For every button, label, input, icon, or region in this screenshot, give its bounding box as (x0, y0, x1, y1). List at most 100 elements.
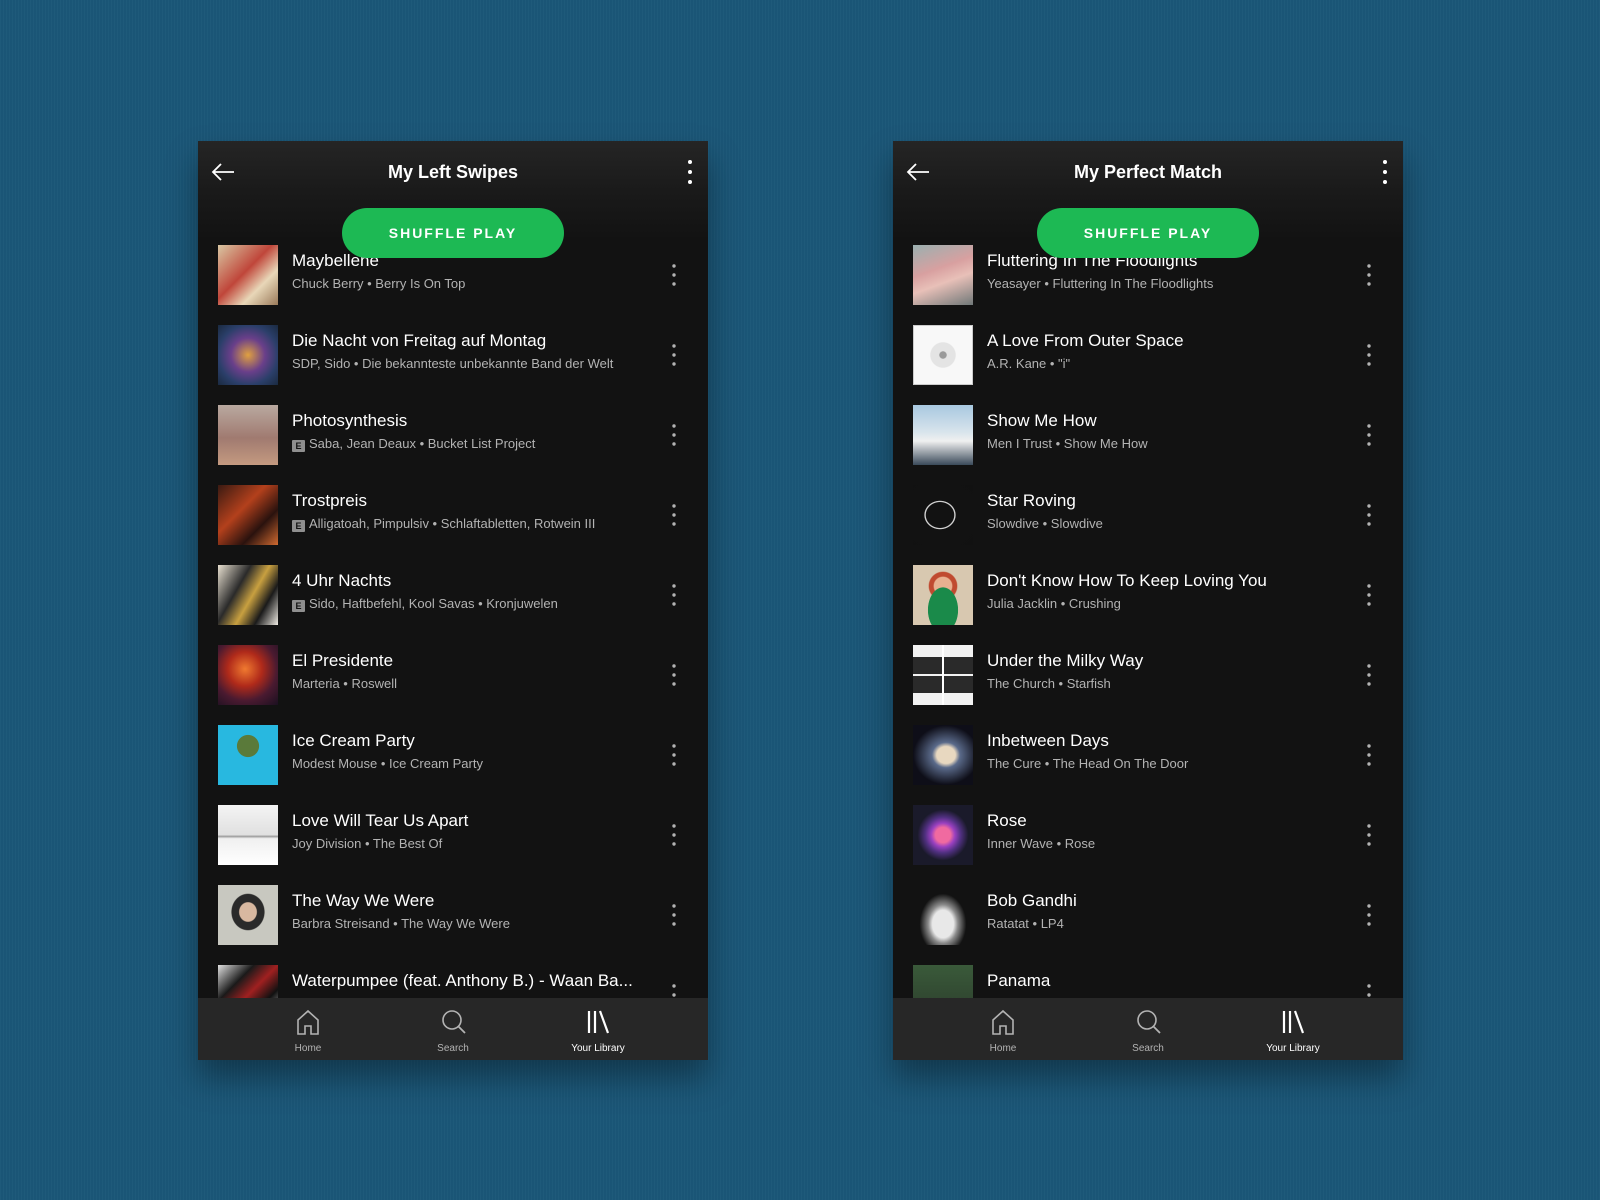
track-row[interactable]: A Love From Outer Space A.R. Kane • "i" (893, 321, 1403, 399)
playlist-screen-left: Maybellene Chuck Berry • Berry Is On Top… (198, 141, 708, 1060)
nav-label: Your Library (571, 1043, 625, 1054)
album-art (218, 485, 278, 545)
more-vertical-icon[interactable] (670, 261, 678, 289)
arrow-left-icon[interactable] (210, 161, 236, 183)
track-row[interactable]: 4 Uhr Nachts E Sido, Haftbefehl, Kool Sav… (198, 561, 708, 639)
more-vertical-icon[interactable] (1365, 341, 1373, 369)
more-vertical-icon[interactable] (1365, 261, 1373, 289)
album-art (913, 405, 973, 465)
track-title: Rose (987, 811, 1027, 830)
more-vertical-icon[interactable] (670, 741, 678, 769)
album-art (218, 245, 278, 305)
nav-search[interactable]: Search (393, 998, 513, 1060)
track-title: Love Will Tear Us Apart (292, 811, 469, 830)
more-vertical-icon[interactable] (686, 158, 694, 186)
album-art (218, 645, 278, 705)
more-vertical-icon[interactable] (1365, 581, 1373, 609)
track-subtitle: Yeasayer • Fluttering In The Floodlights (987, 276, 1214, 291)
track-row[interactable]: Trostpreis E Alligatoah, Pimpulsiv • Schl… (198, 481, 708, 559)
home-icon (297, 1009, 319, 1035)
more-vertical-icon[interactable] (670, 581, 678, 609)
playlist-screen-right: Fluttering In The Floodlights Yeasayer •… (893, 141, 1403, 1060)
album-art (913, 245, 973, 305)
more-vertical-icon[interactable] (670, 501, 678, 529)
more-vertical-icon[interactable] (1365, 741, 1373, 769)
more-vertical-icon[interactable] (670, 901, 678, 929)
bottom-nav: Home Search Your Library (893, 998, 1403, 1060)
album-art (913, 485, 973, 545)
track-row[interactable]: El Presidente Marteria • Roswell (198, 641, 708, 719)
album-art (218, 805, 278, 865)
track-subtitle: Inner Wave • Rose (987, 836, 1096, 851)
track-subtitle: Chuck Berry • Berry Is On Top (292, 276, 466, 291)
track-subtitle: Julia Jacklin • Crushing (987, 596, 1121, 611)
nav-search[interactable]: Search (1088, 998, 1208, 1060)
nav-home[interactable]: Home (943, 998, 1063, 1060)
track-title: Photosynthesis (292, 411, 408, 430)
more-vertical-icon[interactable] (670, 341, 678, 369)
more-vertical-icon[interactable] (1365, 661, 1373, 689)
album-art (218, 405, 278, 465)
track-subtitle: The Church • Starfish (987, 676, 1111, 691)
track-row[interactable]: Photosynthesis E Saba, Jean Deaux • Bucke… (198, 401, 708, 479)
explicit-badge: E (292, 520, 305, 532)
search-icon (442, 1010, 466, 1034)
more-vertical-icon[interactable] (1365, 421, 1373, 449)
bottom-nav: Home Search Your Library (198, 998, 708, 1060)
page-title: My Left Swipes (387, 162, 519, 182)
more-vertical-icon[interactable] (670, 661, 678, 689)
track-title: 4 Uhr Nachts (292, 571, 392, 590)
track-row[interactable]: The Way We Were Barbra Streisand • The W… (198, 881, 708, 959)
nav-label: Search (437, 1043, 469, 1054)
track-row[interactable]: Love Will Tear Us Apart Joy Division • T… (198, 801, 708, 879)
track-row[interactable]: Don't Know How To Keep Loving You Julia … (893, 561, 1403, 639)
arrow-left-icon[interactable] (905, 161, 931, 183)
track-row[interactable]: Inbetween Days The Cure • The Head On Th… (893, 721, 1403, 799)
nav-library[interactable]: Your Library (538, 998, 658, 1060)
shuffle-play-button[interactable]: SHUFFLE PLAY (1037, 208, 1259, 258)
nav-library[interactable]: Your Library (1233, 998, 1353, 1060)
album-art (218, 565, 278, 625)
track-title: Don't Know How To Keep Loving You (987, 571, 1267, 590)
track-row[interactable]: Bob Gandhi Ratatat • LP4 (893, 881, 1403, 959)
track-subtitle: E Alligatoah, Pimpulsiv • Schlaftabletten… (292, 516, 652, 532)
more-vertical-icon[interactable] (670, 821, 678, 849)
more-vertical-icon[interactable] (670, 421, 678, 449)
shuffle-play-button[interactable]: SHUFFLE PLAY (342, 208, 564, 258)
album-art (218, 325, 278, 385)
home-icon (992, 1009, 1014, 1035)
more-vertical-icon[interactable] (1365, 901, 1373, 929)
track-row[interactable]: Show Me How Men I Trust • Show Me How (893, 401, 1403, 479)
more-vertical-icon[interactable] (1365, 821, 1373, 849)
track-subtitle: Marteria • Roswell (292, 676, 397, 691)
track-list: Maybellene Chuck Berry • Berry Is On Top… (198, 241, 708, 1060)
album-art (913, 645, 973, 705)
track-title: Panama (987, 971, 1051, 990)
explicit-badge: E (292, 600, 305, 612)
track-subtitle: Barbra Streisand • The Way We Were (292, 916, 510, 931)
nav-label: Home (294, 1043, 322, 1054)
track-title: Waterpumpee (feat. Anthony B.) - Waan Ba… (292, 971, 633, 990)
track-row[interactable]: Under the Milky Way The Church • Starfis… (893, 641, 1403, 719)
album-art (913, 325, 973, 385)
explicit-badge: E (292, 440, 305, 452)
nav-home[interactable]: Home (248, 998, 368, 1060)
track-title: Star Roving (987, 491, 1076, 510)
track-row[interactable]: Rose Inner Wave • Rose (893, 801, 1403, 879)
more-vertical-icon[interactable] (1365, 501, 1373, 529)
track-title: Ice Cream Party (292, 731, 415, 750)
track-subtitle: E Sido, Haftbefehl, Kool Savas • Kronjuwe… (292, 596, 652, 612)
track-title: Die Nacht von Freitag auf Montag (292, 331, 547, 350)
page-title: My Perfect Match (1073, 162, 1223, 182)
track-subtitle: Slowdive • Slowdive (987, 516, 1103, 531)
album-art (913, 885, 973, 945)
track-row[interactable]: Die Nacht von Freitag auf Montag SDP, Si… (198, 321, 708, 399)
track-row[interactable]: Ice Cream Party Modest Mouse • Ice Cream… (198, 721, 708, 799)
track-row[interactable]: Star Roving Slowdive • Slowdive (893, 481, 1403, 559)
track-title: Show Me How (987, 411, 1097, 430)
track-list: Fluttering In The Floodlights Yeasayer •… (893, 241, 1403, 1060)
track-subtitle: E Saba, Jean Deaux • Bucket List Project (292, 436, 652, 452)
nav-label: Home (989, 1043, 1017, 1054)
track-subtitle: A.R. Kane • "i" (987, 356, 1071, 371)
more-vertical-icon[interactable] (1381, 158, 1389, 186)
